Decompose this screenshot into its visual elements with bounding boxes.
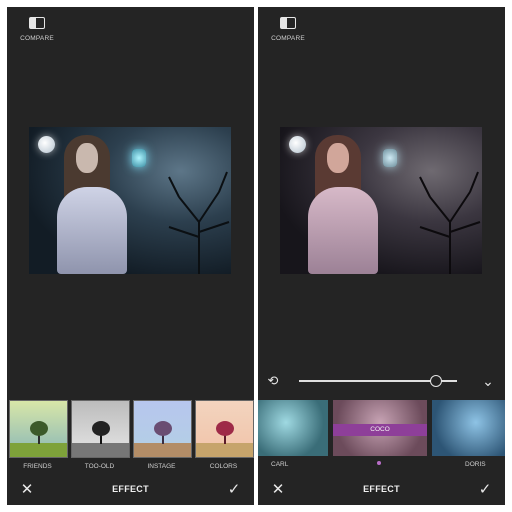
check-icon[interactable]: ✓ [476,481,494,499]
effect-label-doris: DORIS [465,461,486,468]
thumb-ground [10,443,67,457]
woman-face [76,143,98,173]
moon [38,136,55,153]
effect-thumbnails: FRIENDS TOO-OLD INSTAGE COLORS [7,400,254,470]
thumb-tree [154,421,172,436]
effect-label-coco: COCO [333,424,427,436]
glowing-jar [383,149,397,167]
compare-button[interactable]: COMPARE [15,13,59,47]
thumb-tree [92,421,110,436]
effect-thumb-colors[interactable] [195,400,254,458]
compare-icon [280,17,296,29]
screen-title: EFFECT [112,484,149,494]
thumb-ground [196,443,253,457]
effect-thumb-doris[interactable] [432,400,505,456]
thumb-tree [216,421,234,436]
compare-label: COMPARE [271,35,305,42]
intensity-slider-row: ⟲ ⌄ [258,371,505,391]
bare-tree [419,171,481,274]
moon [289,136,306,153]
effect-label-instage: INSTAGE [147,463,176,470]
screen-title: EFFECT [363,484,400,494]
compare-icon [29,17,45,29]
bottom-bar: ✕ EFFECT ✓ [7,475,254,505]
effect-screen-left: COMPARE FRIENDS TOO-OLD INSTAGE COLORS ✕… [7,7,254,505]
effect-label-too-old: TOO-OLD [84,463,115,470]
woman-dress [308,187,378,274]
effect-thumb-too-old[interactable] [71,400,130,458]
woman-face [327,143,349,173]
photo-preview [280,127,482,274]
check-icon[interactable]: ✓ [225,481,243,499]
effect-thumbnails: COCO CARL DORIS [258,400,505,470]
slider-knob[interactable] [430,375,443,387]
glowing-jar [132,149,146,167]
thumb-ground [72,443,129,457]
effect-label-carl: CARL [271,461,289,468]
effect-label-colors: COLORS [209,463,238,470]
woman-dress [57,187,127,274]
effect-thumb-coco[interactable]: COCO [333,400,427,456]
compare-label: COMPARE [20,35,54,42]
effect-thumb-instage[interactable] [133,400,192,458]
thumb-ground [134,443,191,457]
reset-icon[interactable]: ⟲ [266,374,280,388]
effect-thumb-friends[interactable] [9,400,68,458]
bottom-bar: ✕ EFFECT ✓ [258,475,505,505]
bare-tree [168,171,230,274]
effect-label-friends: FRIENDS [23,463,52,470]
chevron-down-icon[interactable]: ⌄ [480,373,496,389]
selected-indicator [377,461,381,465]
effect-thumb-carl[interactable] [258,400,328,456]
thumb-tree [30,421,48,436]
photo-preview [29,127,231,274]
compare-button[interactable]: COMPARE [266,13,310,47]
effect-screen-right: COMPARE ⟲ ⌄ COCO CARL DORIS ✕ EFFECT ✓ [258,7,505,505]
